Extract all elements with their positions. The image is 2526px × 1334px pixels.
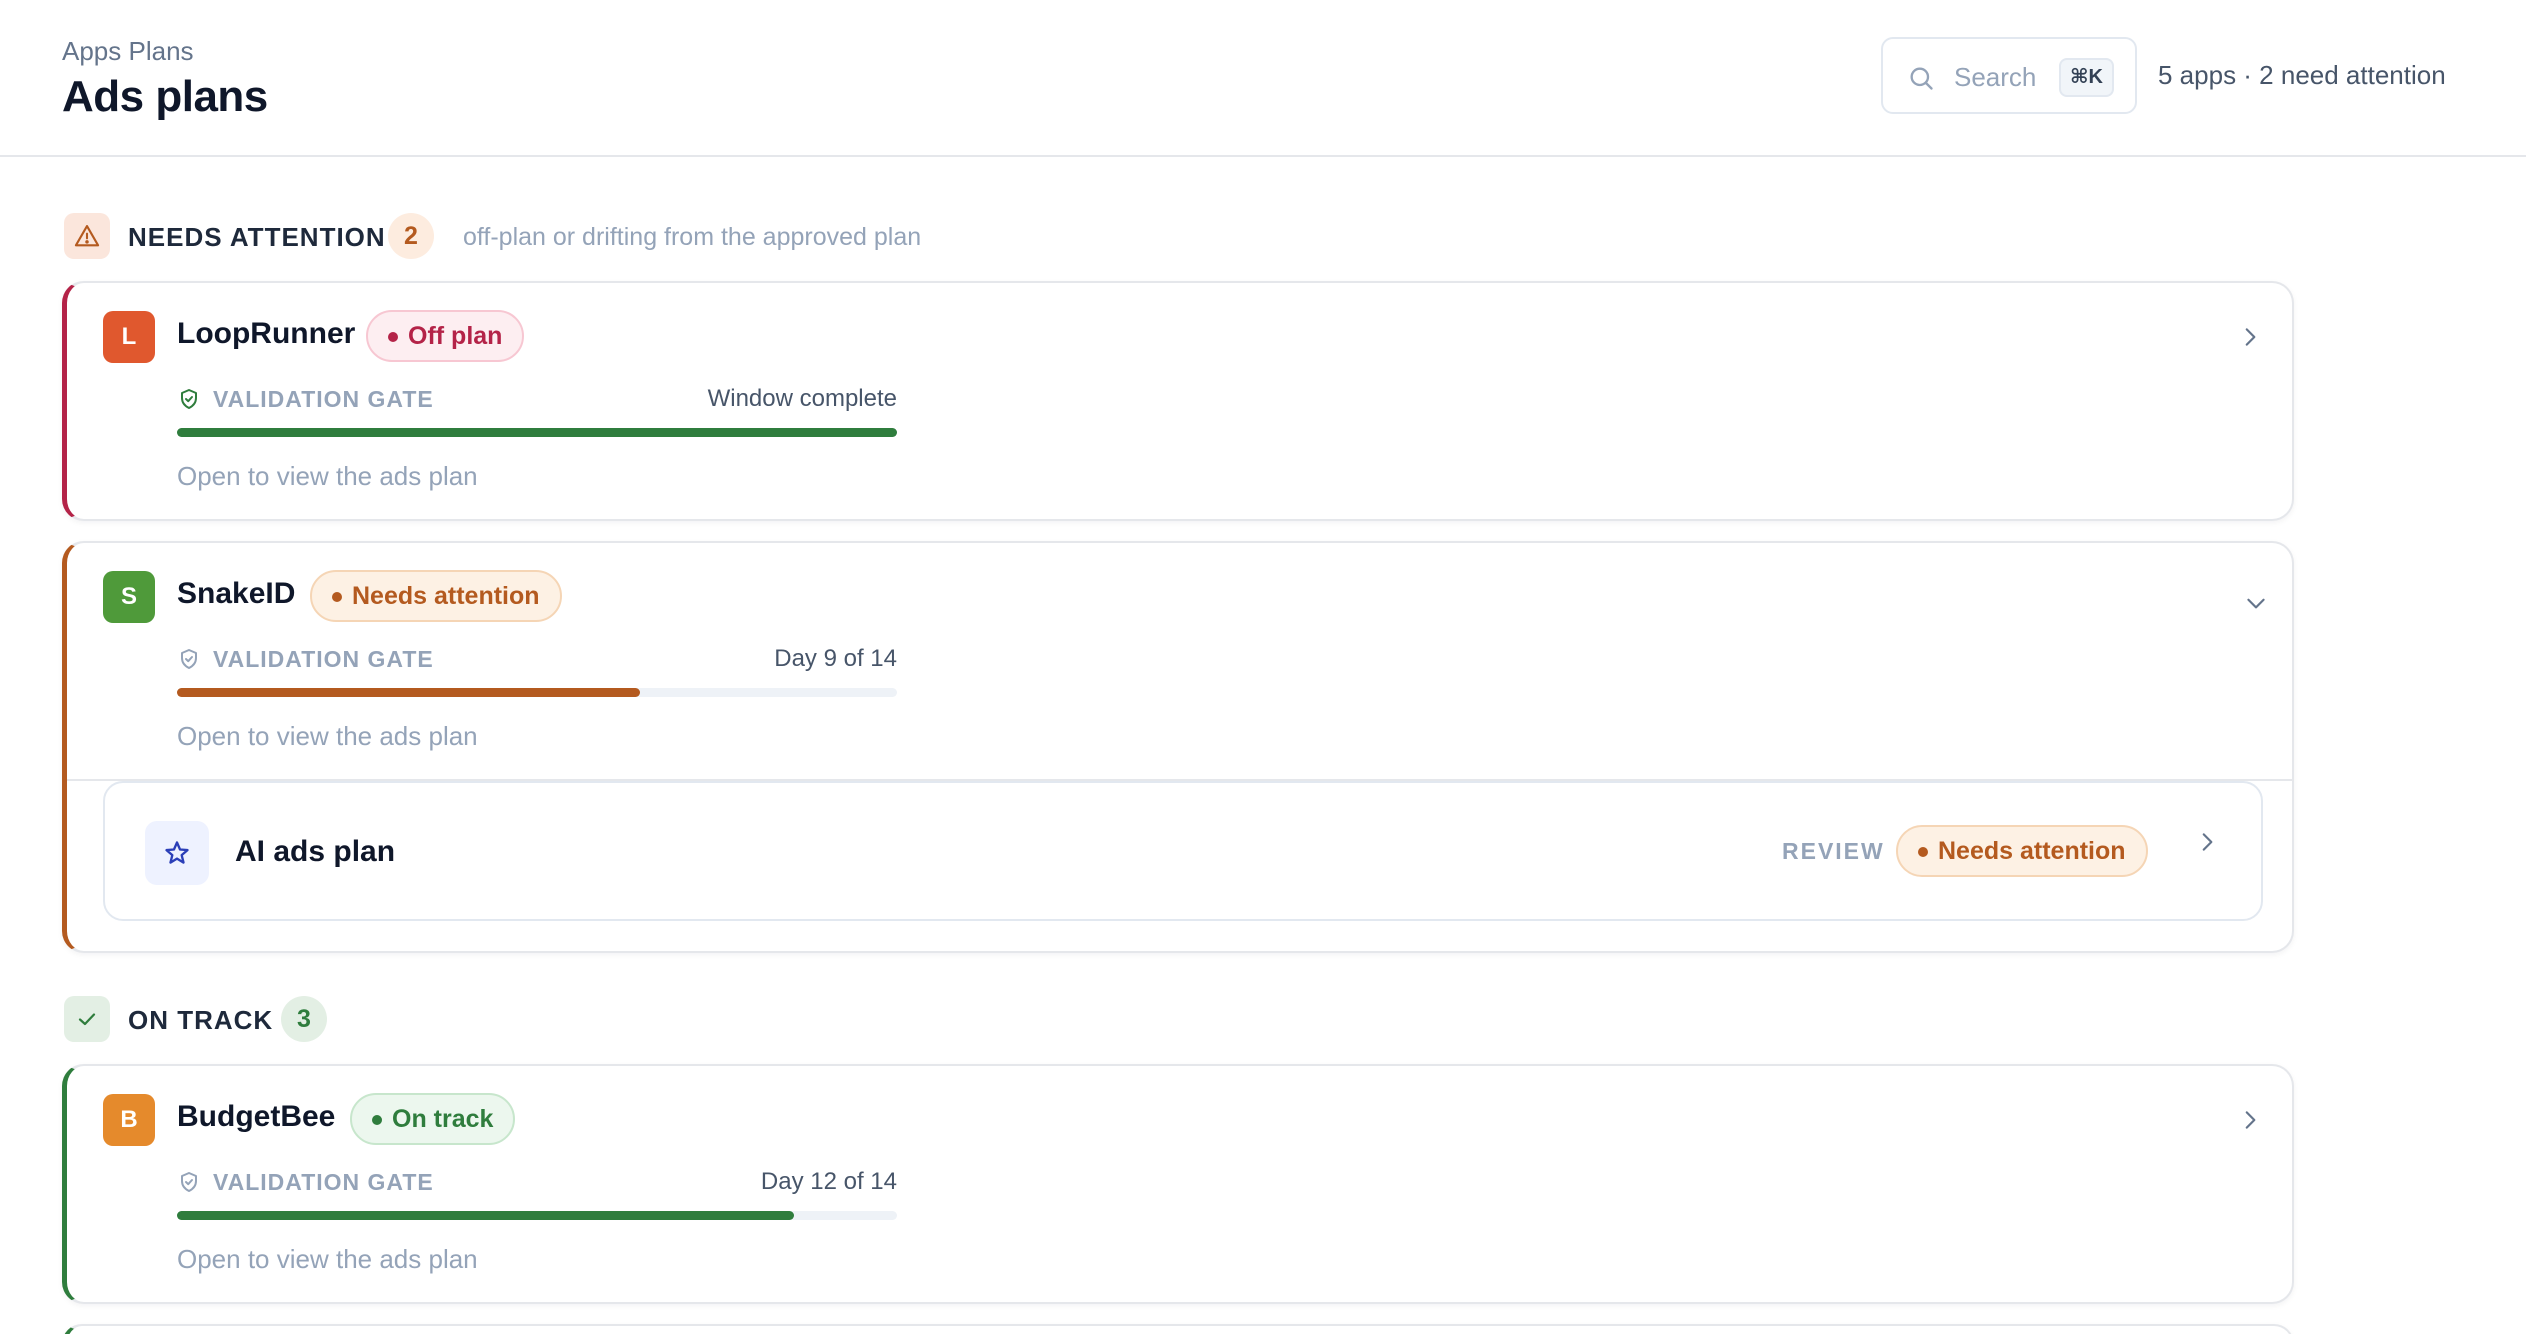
warning-icon (64, 213, 110, 259)
shield-check-icon (181, 649, 197, 669)
status-badge: Needs attention (1896, 825, 2148, 877)
progress-bar (177, 1211, 897, 1220)
search-input[interactable]: Search ⌘K (1881, 37, 2137, 114)
app-card-looprunner[interactable]: L LoopRunner Off plan VALIDATION GATE Wi… (62, 281, 2294, 521)
search-shortcut-badge: ⌘K (2059, 58, 2114, 97)
needs-attention-section-header: NEEDS ATTENTION 2 off-plan or drifting f… (64, 213, 1064, 259)
chevron-down-icon[interactable] (2243, 590, 2269, 616)
app-avatar: L (103, 311, 155, 363)
plan-title: AI ads plan (235, 835, 396, 868)
app-card-snakeid[interactable]: S SnakeID Needs attention VALIDATION GAT… (62, 541, 2294, 953)
validation-gate-label: VALIDATION GATE (177, 386, 434, 413)
chevron-right-icon[interactable] (2237, 1107, 2263, 1133)
open-plan-hint: Open to view the ads plan (177, 1244, 478, 1274)
validation-gate-value: Window complete (707, 385, 897, 412)
validation-gate: VALIDATION GATE Day 12 of 14 (177, 1066, 897, 1266)
page-title: Ads plans (62, 72, 268, 121)
search-placeholder: Search (1954, 62, 2037, 92)
section-count-badge: 2 (388, 213, 434, 259)
open-plan-hint: Open to view the ads plan (177, 461, 478, 491)
shield-check-icon (181, 389, 197, 409)
progress-bar (177, 428, 897, 437)
chevron-right-icon[interactable] (2237, 324, 2263, 350)
chevron-right-icon[interactable] (2194, 829, 2220, 855)
ai-ads-plan-row[interactable]: AI ads plan REVIEW Needs attention (103, 781, 2263, 921)
validation-gate: VALIDATION GATE Day 9 of 14 (177, 543, 897, 743)
check-icon (64, 996, 110, 1042)
shield-check-icon (181, 1172, 197, 1192)
section-label: NEEDS ATTENTION (128, 222, 386, 252)
section-description: off-plan or drifting from the approved p… (463, 223, 922, 251)
validation-gate-value: Day 9 of 14 (774, 645, 897, 672)
app-card-partial[interactable] (62, 1324, 2294, 1334)
on-track-section-header: ON TRACK 3 (64, 996, 664, 1042)
progress-fill (177, 1211, 795, 1220)
progress-bar (177, 688, 897, 697)
app-avatar: B (103, 1094, 155, 1146)
progress-fill (177, 688, 640, 697)
star-icon (145, 821, 209, 885)
open-plan-hint: Open to view the ads plan (177, 721, 478, 751)
review-label: REVIEW (1782, 838, 1885, 864)
validation-gate-label: VALIDATION GATE (177, 1169, 434, 1196)
app-card-budgetbee[interactable]: B BudgetBee On track VALIDATION GATE Day… (62, 1064, 2294, 1304)
search-icon (1910, 67, 1933, 90)
section-label: ON TRACK (128, 1005, 274, 1035)
apps-summary: 5 apps · 2 need attention (2158, 60, 2446, 90)
progress-fill (177, 428, 897, 437)
breadcrumb[interactable]: Apps Plans (62, 36, 194, 67)
validation-gate-value: Day 12 of 14 (760, 1168, 897, 1195)
validation-gate-label: VALIDATION GATE (177, 646, 434, 673)
page-header: Apps Plans Ads plans Search ⌘K 5 apps · … (0, 0, 2526, 157)
section-count-badge: 3 (281, 996, 327, 1042)
app-avatar: S (103, 571, 155, 623)
validation-gate: VALIDATION GATE Window complete (177, 283, 897, 483)
